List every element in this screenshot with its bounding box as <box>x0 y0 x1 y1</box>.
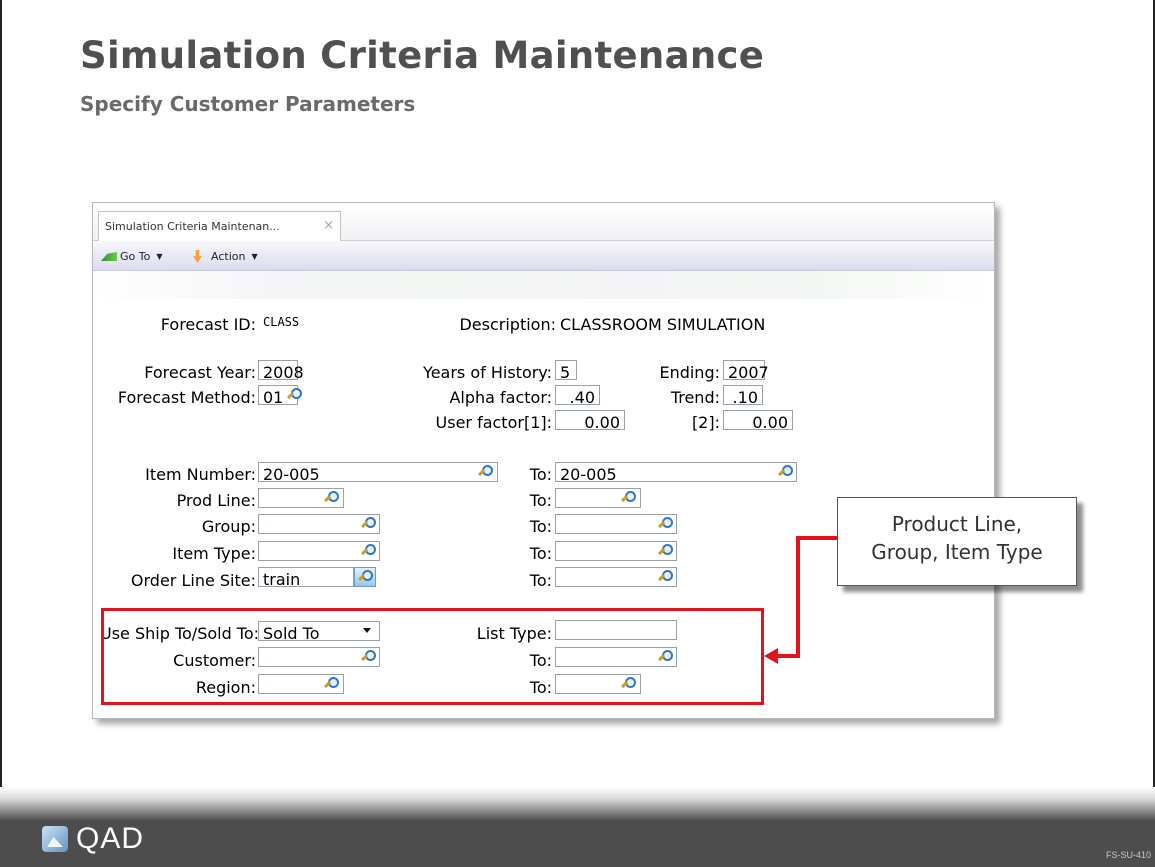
user-factor-1-field[interactable]: 0.00 <box>555 410 625 432</box>
years-of-history-field[interactable]: 5 <box>555 360 577 382</box>
lookup-button[interactable] <box>354 567 376 587</box>
order-line-site-field[interactable]: train <box>258 567 354 589</box>
item-number-to-field[interactable]: 20-005 <box>555 462 797 484</box>
action-icon <box>193 250 202 263</box>
callout-connector <box>796 538 800 658</box>
qad-logo-icon <box>42 826 68 852</box>
slide-code: FS-SU-410 <box>1105 850 1151 860</box>
group-to-label: To: <box>529 517 552 536</box>
forecast-year-label: Forecast Year: <box>144 363 256 382</box>
lookup-icon <box>358 570 373 584</box>
highlight-box <box>101 608 764 705</box>
action-menu[interactable]: Action ▼ <box>193 250 258 263</box>
lookup-icon[interactable] <box>658 517 673 531</box>
lookup-icon[interactable] <box>287 388 302 402</box>
item-number-field[interactable]: 20-005 <box>258 462 498 484</box>
trend-field[interactable]: .10 <box>723 385 763 407</box>
lookup-icon[interactable] <box>621 491 636 505</box>
tab-strip: Simulation Criteria Maintenan... × <box>93 203 994 241</box>
years-of-history-label: Years of History: <box>423 363 552 382</box>
forecast-id-label: Forecast ID: <box>160 315 256 334</box>
slide-title: Simulation Criteria Maintenance <box>80 34 765 77</box>
forecast-id-value: CLASS <box>263 315 300 329</box>
callout-line-1: Product Line, <box>891 512 1023 536</box>
order-line-site-label: Order Line Site: <box>130 571 256 590</box>
arrow-left-icon <box>764 648 778 664</box>
forecast-method-label: Forecast Method: <box>117 388 256 407</box>
trend-label: Trend: <box>670 388 720 407</box>
callout-connector <box>796 536 838 540</box>
goto-icon <box>101 252 117 261</box>
item-type-label: Item Type: <box>172 544 256 563</box>
toolbar: Go To ▼ Action ▼ <box>93 241 994 271</box>
prod-line-to-label: To: <box>529 491 552 510</box>
item-number-to-label: To: <box>529 465 552 484</box>
item-type-to-label: To: <box>529 544 552 563</box>
goto-label: Go To <box>120 250 151 263</box>
lookup-icon[interactable] <box>658 570 673 584</box>
goto-menu[interactable]: Go To ▼ <box>101 250 163 263</box>
description-value: CLASSROOM SIMULATION <box>560 315 766 334</box>
lookup-icon[interactable] <box>361 544 376 558</box>
alpha-factor-field[interactable]: .40 <box>555 385 600 407</box>
lookup-icon[interactable] <box>778 465 793 479</box>
action-label: Action <box>211 250 246 263</box>
callout-box: Product Line, Group, Item Type <box>837 497 1077 586</box>
close-icon[interactable]: × <box>323 218 334 233</box>
user-factor-2-label: [2]: <box>691 413 720 432</box>
alpha-factor-label: Alpha factor: <box>449 388 552 407</box>
slide-footer <box>0 787 1155 867</box>
chevron-down-icon: ▼ <box>251 252 258 261</box>
qad-logo: QAD <box>42 822 144 856</box>
status-strip <box>93 271 994 299</box>
lookup-icon[interactable] <box>478 465 493 479</box>
chevron-down-icon: ▼ <box>156 252 163 261</box>
user-factor-1-label: User factor[1]: <box>435 413 552 432</box>
tab-label: Simulation Criteria Maintenan... <box>105 220 280 233</box>
tab-simulation-criteria[interactable]: Simulation Criteria Maintenan... × <box>98 211 341 241</box>
lookup-icon[interactable] <box>361 517 376 531</box>
lookup-icon[interactable] <box>324 491 339 505</box>
group-label: Group: <box>201 517 256 536</box>
description-label: Description: <box>459 315 556 334</box>
user-factor-2-field[interactable]: 0.00 <box>723 410 793 432</box>
item-number-label: Item Number: <box>145 465 256 484</box>
callout-line-2: Group, Item Type <box>871 540 1043 564</box>
qad-logo-text: QAD <box>76 822 145 855</box>
lookup-icon[interactable] <box>658 544 673 558</box>
callout-connector <box>778 654 800 658</box>
prod-line-label: Prod Line: <box>176 491 256 510</box>
slide-subtitle: Specify Customer Parameters <box>80 92 416 116</box>
forecast-year-field[interactable]: 2008 <box>258 360 304 382</box>
ending-label: Ending: <box>659 363 720 382</box>
ending-field[interactable]: 2007 <box>723 360 769 382</box>
order-line-site-to-label: To: <box>529 571 552 590</box>
